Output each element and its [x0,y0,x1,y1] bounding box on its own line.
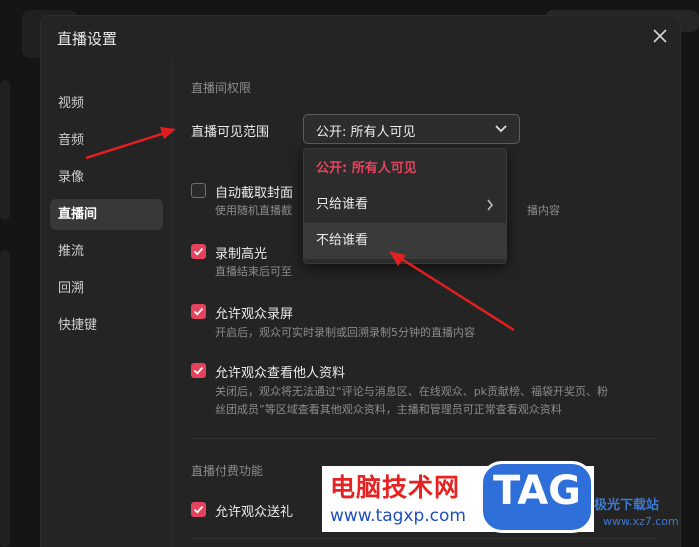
sidebar-item-label: 直播间 [58,207,98,222]
watermark-tag-text: TAG [493,468,581,514]
allow-gifts-label: 允许观众送礼 [215,505,294,520]
check-icon [193,505,204,514]
auto-cover-label: 自动截取封面 [215,186,294,201]
section-title-room-permissions: 直播间权限 [191,81,252,95]
check-icon [193,307,204,316]
dropdown-option-label: 不给谁看 [316,233,369,248]
sidebar-item-live-room[interactable]: 直播间 [50,199,163,230]
record-highlights-label: 录制高光 [215,247,268,262]
view-profiles-desc-line2: 丝团成员”等区域查看其他观众资料，主播和管理员可正常查看观众资料 [215,403,562,416]
dropdown-option-hide-from[interactable]: 不给谁看 [304,223,506,259]
visibility-select[interactable]: 公开: 所有人可见 [303,114,520,144]
sidebar-item-label: 音频 [58,133,85,148]
section-divider [191,538,658,539]
visibility-dropdown-menu: 公开: 所有人可见 只给谁看 不给谁看 [303,148,507,264]
sidebar-item-streaming[interactable]: 推流 [50,236,163,267]
chevron-down-icon [495,125,507,133]
close-icon[interactable] [650,26,670,46]
allow-recording-desc: 开启后，观众可实时录制或回溯录制5分钟的直播内容 [215,326,475,339]
settings-sidebar: 视频 音频 录像 直播间 推流 回溯 快捷键 [41,60,173,547]
dropdown-option-label: 只给谁看 [316,197,369,212]
background-card [0,250,10,547]
sidebar-item-label: 推流 [58,244,85,259]
sidebar-item-label: 快捷键 [58,318,98,333]
dropdown-option-only-show-to[interactable]: 只给谁看 [304,187,506,223]
sidebar-item-label: 回溯 [58,281,85,296]
chevron-right-icon [487,199,494,211]
auto-cover-desc-tail: 播内容 [527,204,560,217]
auto-cover-checkbox[interactable] [191,183,206,198]
view-profiles-desc-line1: 关闭后，观众将无法通过“评论与消息区、在线观众、pk贡献榜、福袋开奖页、粉 [215,385,609,398]
check-icon [193,366,204,375]
visibility-label: 直播可见范围 [191,125,270,140]
record-highlights-desc: 直播结束后可至 [215,265,292,278]
auto-cover-desc: 使用随机直播截 [215,204,292,217]
background-card [0,80,10,220]
watermark-tag-logo: TAG [480,461,594,533]
section-title-paid-features: 直播付费功能 [191,464,264,478]
check-icon [193,247,204,256]
sidebar-item-recording[interactable]: 录像 [50,162,163,193]
sidebar-item-audio[interactable]: 音频 [50,125,163,156]
sidebar-item-replay[interactable]: 回溯 [50,273,163,304]
dropdown-option-public[interactable]: 公开: 所有人可见 [304,151,506,187]
sidebar-item-shortcuts[interactable]: 快捷键 [50,310,163,341]
record-highlights-checkbox[interactable] [191,244,206,259]
visibility-select-value: 公开: 所有人可见 [316,125,416,140]
allow-recording-label: 允许观众录屏 [215,307,294,322]
watermark-site-name: 电脑技术网 [330,473,461,502]
allow-gifts-checkbox[interactable] [191,502,206,517]
sidebar-item-video[interactable]: 视频 [50,88,163,119]
dropdown-option-label: 公开: 所有人可见 [316,161,417,176]
sidebar-item-label: 视频 [58,96,85,111]
allow-recording-checkbox[interactable] [191,304,206,319]
section-divider [191,438,658,439]
watermark-corner-url: www.xz7.com [603,515,679,528]
watermark-site-url: www.tagxp.com [330,506,466,526]
view-profiles-checkbox[interactable] [191,363,206,378]
dialog-title-bar: 直播设置 [41,16,680,60]
sidebar-item-label: 录像 [58,170,85,185]
dialog-title: 直播设置 [57,30,118,48]
view-profiles-label: 允许观众查看他人资料 [215,366,346,381]
watermark-corner-text: 极光下载站 [594,498,660,513]
